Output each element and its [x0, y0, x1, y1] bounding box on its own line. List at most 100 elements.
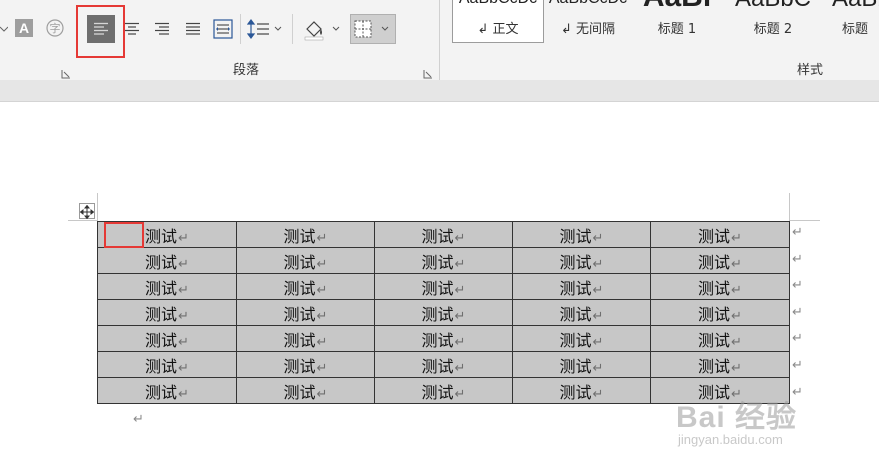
- table-cell[interactable]: 测试↵: [236, 325, 375, 352]
- cell-text: 测试: [698, 252, 731, 272]
- cell-end-mark: ↵: [592, 308, 604, 324]
- table-cell[interactable]: 测试↵: [97, 273, 237, 300]
- cell-text: 测试: [145, 226, 178, 246]
- table-cell[interactable]: 测试↵: [512, 351, 651, 378]
- cell-end-mark: ↵: [731, 282, 742, 298]
- cell-text: 测试: [145, 382, 178, 402]
- table-cell[interactable]: 测试↵: [236, 247, 375, 274]
- watermark: Bai 经验 jingyan.baidu.com: [676, 380, 876, 460]
- character-shading-icon[interactable]: A: [13, 17, 35, 39]
- table-move-handle-icon[interactable]: [79, 203, 95, 220]
- enclose-character-icon[interactable]: 字: [44, 17, 66, 39]
- table-cell[interactable]: 测试↵: [374, 377, 513, 404]
- cell-end-mark: ↵: [316, 334, 328, 350]
- cell-text: 测试: [559, 330, 592, 350]
- cell-selection-highlight: [104, 222, 144, 248]
- cell-text: 测试: [283, 278, 316, 298]
- cell-end-mark: ↵: [316, 256, 328, 272]
- align-center-button[interactable]: [120, 17, 144, 41]
- shading-button[interactable]: [300, 15, 344, 43]
- style-heading-2[interactable]: AaBbC 标题 2: [724, 0, 822, 42]
- table-cell[interactable]: 测试↵: [650, 273, 790, 300]
- borders-button[interactable]: [350, 14, 396, 44]
- table-row: 测试↵ 测试↵ 测试↵ 测试↵ 测试↵: [97, 299, 790, 326]
- cell-end-mark: ↵: [454, 256, 466, 272]
- table-cell[interactable]: 测试↵: [97, 299, 237, 326]
- row-end-mark: ↵: [792, 358, 803, 373]
- table-cell[interactable]: 测试↵: [512, 377, 651, 404]
- cell-end-mark: ↵: [316, 308, 328, 324]
- watermark-url: jingyan.baidu.com: [678, 432, 783, 447]
- group-separator: [439, 0, 440, 80]
- align-right-button[interactable]: [150, 17, 174, 41]
- cell-text: 测试: [145, 278, 178, 298]
- table-cell[interactable]: 测试↵: [374, 351, 513, 378]
- style-name: ↲ 无间隔: [560, 22, 616, 37]
- cell-text: 测试: [421, 356, 454, 376]
- table-cell[interactable]: 测试↵: [97, 377, 237, 404]
- style-normal[interactable]: AaBbCcDc ↲ 正文: [452, 0, 544, 43]
- cell-end-mark: ↵: [178, 256, 189, 272]
- table-cell[interactable]: 测试↵: [512, 221, 651, 248]
- style-no-spacing[interactable]: AaBbCcDc ↲ 无间隔: [546, 0, 630, 42]
- cell-end-mark: ↵: [316, 282, 328, 298]
- table-cell[interactable]: 测试↵: [236, 221, 375, 248]
- style-preview: AaBbC: [724, 0, 822, 13]
- table-row: 测试↵ 测试↵ 测试↵ 测试↵ 测试↵: [97, 221, 790, 248]
- table-cell[interactable]: 测试↵: [236, 273, 375, 300]
- table-cell[interactable]: 测试↵: [374, 273, 513, 300]
- paragraph-dialog-launcher-icon[interactable]: [61, 64, 71, 79]
- svg-text:字: 字: [50, 21, 61, 35]
- table-cell[interactable]: 测试↵: [512, 299, 651, 326]
- cell-end-mark: ↵: [592, 230, 604, 246]
- table-cell[interactable]: 测试↵: [650, 325, 790, 352]
- distributed-align-button[interactable]: [210, 15, 236, 43]
- cell-end-mark: ↵: [316, 360, 328, 376]
- table-cell[interactable]: 测试↵: [97, 247, 237, 274]
- paragraph-dialog-launcher-icon[interactable]: [423, 64, 433, 79]
- line-spacing-button[interactable]: [246, 17, 286, 41]
- table-cell[interactable]: 测试↵: [374, 299, 513, 326]
- cell-text: 测试: [145, 304, 178, 324]
- table-row: 测试↵ 测试↵ 测试↵ 测试↵ 测试↵: [97, 351, 790, 378]
- cell-end-mark: ↵: [592, 256, 604, 272]
- cell-end-mark: ↵: [454, 230, 466, 246]
- style-heading-1[interactable]: AaBl 标题 1: [634, 0, 720, 42]
- cell-text: 测试: [698, 330, 731, 350]
- table-cell[interactable]: 测试↵: [512, 273, 651, 300]
- style-name: 标题: [842, 22, 869, 37]
- cell-end-mark: ↵: [454, 334, 466, 350]
- style-name: 标题 2: [753, 22, 793, 37]
- table-cell[interactable]: 测试↵: [97, 351, 237, 378]
- table-cell[interactable]: 测试↵: [512, 247, 651, 274]
- document-table[interactable]: 测试↵ 测试↵ 测试↵ 测试↵ 测试↵ 测试↵ 测试↵ 测试↵ 测试↵ 测试↵ 测试↵ 测试↵ 测试↵ 测…: [97, 221, 790, 404]
- cell-end-mark: ↵: [731, 334, 742, 350]
- table-cell[interactable]: 测试↵: [236, 299, 375, 326]
- table-cell[interactable]: 测试↵: [512, 325, 651, 352]
- partial-dropdown-icon[interactable]: [0, 19, 8, 39]
- cell-text: 测试: [421, 304, 454, 324]
- style-title[interactable]: AaBb 标题: [826, 0, 879, 42]
- table-cell[interactable]: 测试↵: [97, 325, 237, 352]
- cell-text: 测试: [145, 252, 178, 272]
- styles-group-label: 样式: [797, 63, 824, 78]
- table-cell[interactable]: 测试↵: [374, 221, 513, 248]
- cell-text: 测试: [283, 330, 316, 350]
- cell-text: 测试: [283, 382, 316, 402]
- cell-text: 测试: [421, 226, 454, 246]
- table-cell[interactable]: 测试↵: [650, 247, 790, 274]
- justify-button[interactable]: [181, 17, 205, 41]
- row-end-mark: ↵: [792, 225, 803, 240]
- table-cell[interactable]: 测试↵: [650, 351, 790, 378]
- table-cell[interactable]: 测试↵: [236, 351, 375, 378]
- cell-end-mark: ↵: [592, 360, 604, 376]
- ribbon-bottom-strip: [0, 80, 879, 102]
- cell-text: 测试: [421, 330, 454, 350]
- style-preview: AaBb: [826, 0, 879, 13]
- table-cell[interactable]: 测试↵: [236, 377, 375, 404]
- table-cell[interactable]: 测试↵: [374, 247, 513, 274]
- cell-end-mark: ↵: [731, 256, 742, 272]
- table-cell[interactable]: 测试↵: [650, 221, 790, 248]
- table-cell[interactable]: 测试↵: [374, 325, 513, 352]
- table-cell[interactable]: 测试↵: [650, 299, 790, 326]
